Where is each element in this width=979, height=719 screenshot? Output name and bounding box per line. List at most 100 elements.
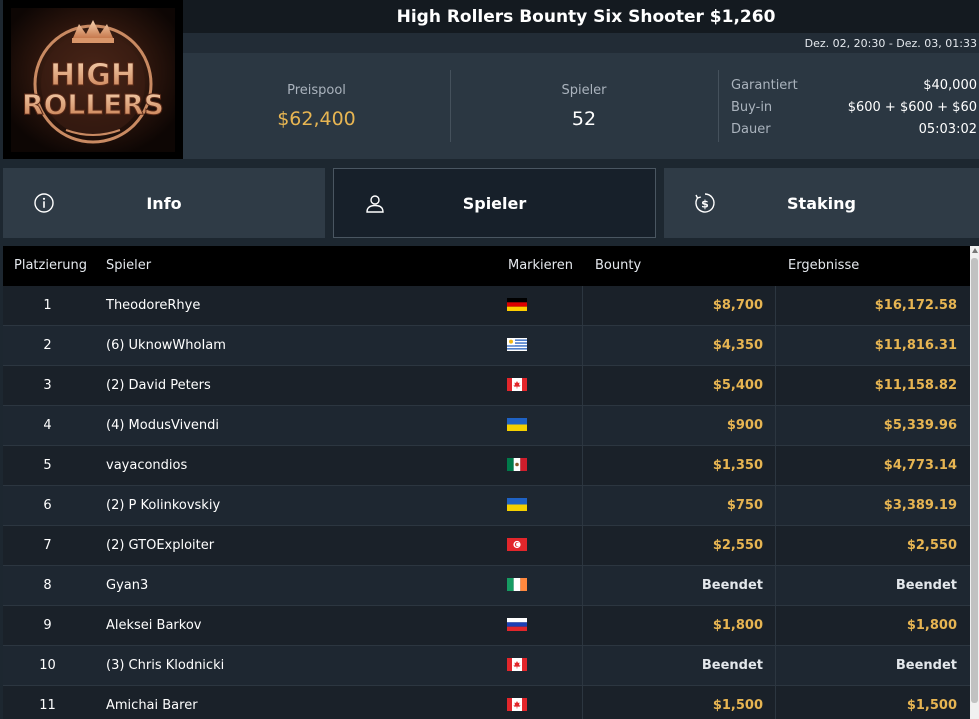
info-icon: [34, 193, 54, 213]
row-bounty: $900: [582, 406, 775, 446]
tab-label: Staking: [787, 193, 856, 213]
row-result: $1,800: [775, 606, 971, 646]
row-player-name[interactable]: (4) ModusVivendi: [106, 406, 486, 445]
title-bar: High Rollers Bounty Six Shooter $1,260: [183, 0, 979, 33]
table-row[interactable]: 9 Aleksei Barkov $1,800 $1,800: [3, 606, 971, 646]
canada-flag-icon: [507, 698, 527, 711]
row-bounty: $5,400: [582, 366, 775, 406]
table-row[interactable]: 1 TheodoreRhye $8,700 $16,172.58: [3, 286, 971, 326]
row-placement: 6: [43, 498, 52, 513]
players-stat: Spieler 52: [450, 53, 718, 159]
prizepool-label: Preispool: [287, 83, 346, 98]
row-placement: 11: [39, 698, 56, 713]
detail-guaranteed: Garantiert $40,000: [731, 77, 977, 99]
column-header-player[interactable]: Spieler: [106, 246, 151, 286]
row-bounty: $8,700: [582, 286, 775, 326]
detail-value: $600 + $600 + $60: [847, 100, 977, 115]
scroll-thumb[interactable]: [971, 258, 978, 703]
table-row[interactable]: 7 (2) GTOExploiter $2,550 $2,550: [3, 526, 971, 566]
table-row[interactable]: 11 Amichai Barer $1,500 $1,500: [3, 686, 971, 719]
detail-value: $40,000: [923, 78, 977, 93]
row-player-name[interactable]: (2) GTOExploiter: [106, 526, 486, 565]
row-placement: 3: [43, 378, 52, 393]
column-header-bounty[interactable]: Bounty: [595, 246, 641, 286]
row-placement: 5: [43, 458, 52, 473]
row-bounty: $750: [582, 486, 775, 526]
players-table: Platzierung Spieler Markieren Bounty Erg…: [3, 246, 979, 719]
row-bounty: $4,350: [582, 326, 775, 366]
row-result: $11,816.31: [775, 326, 971, 366]
tournament-stats: Preispool $62,400 Spieler 52 Garantiert …: [183, 53, 979, 159]
scrollbar[interactable]: [970, 246, 979, 719]
table-row[interactable]: 10 (3) Chris Klodnicki Beendet Beendet: [3, 646, 971, 686]
row-player-name[interactable]: (2) David Peters: [106, 366, 486, 405]
row-player-name[interactable]: (2) P Kolinkovskiy: [106, 486, 486, 525]
row-placement: 2: [43, 338, 52, 353]
table-row[interactable]: 2 (6) UknowWhoIam $4,350 $11,816.31: [3, 326, 971, 366]
tournament-logo: HIGH ROLLERS: [3, 0, 183, 159]
row-bounty: $2,550: [582, 526, 775, 566]
table-row[interactable]: 4 (4) ModusVivendi $900 $5,339.96: [3, 406, 971, 446]
table-row[interactable]: 5 vayacondios $1,350 $4,773.14: [3, 446, 971, 486]
logo-text-rollers: ROLLERS: [22, 88, 164, 121]
tab-info[interactable]: Info: [3, 168, 325, 238]
players-label: Spieler: [561, 83, 607, 98]
row-player-name[interactable]: Gyan3: [106, 566, 486, 605]
detail-value: 05:03:02: [918, 122, 977, 137]
tournament-date-range: Dez. 02, 20:30 - Dez. 03, 01:33: [804, 36, 977, 50]
row-player-name[interactable]: vayacondios: [106, 446, 486, 485]
table-row[interactable]: 3 (2) David Peters $5,400 $11,158.82: [3, 366, 971, 406]
row-placement: 10: [39, 658, 56, 673]
row-result: $4,773.14: [775, 446, 971, 486]
players-value: 52: [571, 108, 597, 130]
column-header-placement[interactable]: Platzierung: [14, 246, 87, 286]
mexico-flag-icon: [507, 458, 527, 471]
user-icon: [366, 195, 384, 213]
detail-buyin: Buy-in $600 + $600 + $60: [731, 99, 977, 121]
uruguay-flag-icon: [507, 338, 527, 351]
canada-flag-icon: [507, 378, 527, 391]
staking-dollar-icon: $: [695, 193, 715, 213]
row-bounty: $1,500: [582, 686, 775, 719]
row-player-name[interactable]: TheodoreRhye: [106, 286, 486, 325]
tournament-title: High Rollers Bounty Six Shooter $1,260: [396, 6, 776, 27]
tab-bar: Info Spieler $ Staking: [3, 168, 979, 238]
russia-flag-icon: [507, 618, 527, 631]
ukraine-flag-icon: [507, 498, 527, 511]
tab-staking[interactable]: $ Staking: [664, 168, 979, 238]
column-header-flag[interactable]: Markieren: [508, 246, 573, 286]
detail-key: Garantiert: [731, 78, 798, 93]
canada-flag-icon: [507, 658, 527, 671]
row-result: $2,550: [775, 526, 971, 566]
detail-duration: Dauer 05:03:02: [731, 121, 977, 143]
row-result: $11,158.82: [775, 366, 971, 406]
row-result: $16,172.58: [775, 286, 971, 326]
scroll-up-arrow-icon[interactable]: [972, 248, 978, 253]
row-result: $5,339.96: [775, 406, 971, 446]
table-body: 1 TheodoreRhye $8,700 $16,172.58 2 (6) UknowW…: [3, 286, 971, 719]
row-bounty: Beendet: [582, 646, 775, 686]
prizepool-stat: Preispool $62,400: [183, 53, 450, 159]
table-header: Platzierung Spieler Markieren Bounty Erg…: [3, 246, 971, 286]
stat-divider: [718, 70, 719, 142]
row-placement: 8: [43, 578, 52, 593]
row-player-name[interactable]: Aleksei Barkov: [106, 606, 486, 645]
tunisia-flag-icon: [507, 538, 527, 551]
tab-label: Spieler: [462, 193, 527, 213]
row-bounty: $1,800: [582, 606, 775, 646]
row-placement: 1: [43, 298, 52, 313]
row-player-name[interactable]: Amichai Barer: [106, 686, 486, 719]
column-header-results[interactable]: Ergebnisse: [788, 246, 859, 286]
table-row[interactable]: 6 (2) P Kolinkovskiy $750 $3,389.19: [3, 486, 971, 526]
table-row[interactable]: 8 Gyan3 Beendet Beendet: [3, 566, 971, 606]
date-bar: Dez. 02, 20:30 - Dez. 03, 01:33: [183, 33, 979, 53]
tab-players[interactable]: Spieler: [333, 168, 656, 238]
detail-key: Dauer: [731, 122, 771, 137]
row-player-name[interactable]: (3) Chris Klodnicki: [106, 646, 486, 685]
row-result: $3,389.19: [775, 486, 971, 526]
detail-key: Buy-in: [731, 100, 773, 115]
row-placement: 7: [43, 538, 52, 553]
row-player-name[interactable]: (6) UknowWhoIam: [106, 326, 486, 365]
row-result: $1,500: [775, 686, 971, 719]
row-result: Beendet: [775, 646, 971, 686]
